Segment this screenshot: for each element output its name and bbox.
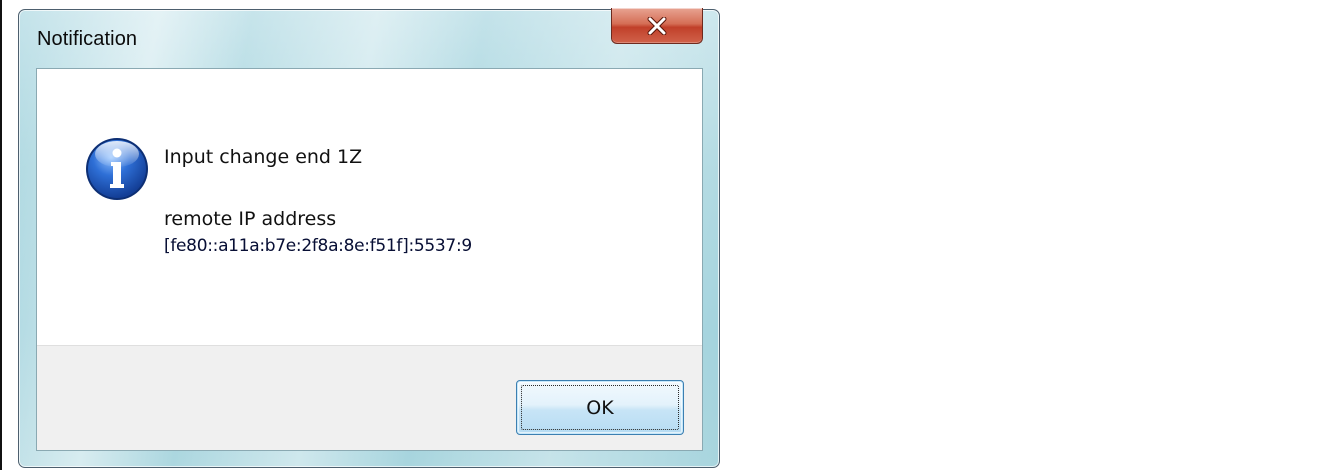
message-area: Input change end 1Z remote IP address [f… [37, 69, 702, 345]
button-bar: OK [37, 345, 702, 450]
screen-edge-line [0, 0, 2, 470]
information-icon [86, 138, 148, 200]
title-bar[interactable]: Notification [19, 8, 719, 68]
remote-ip-value: [fe80::a11a:b7e:2f8a:8e:f51f]:5537:9 [164, 236, 472, 256]
window-title: Notification [37, 28, 138, 50]
ok-button-label: OK [586, 396, 614, 419]
message-line-1: Input change end 1Z [164, 146, 363, 168]
ok-button[interactable]: OK [516, 380, 684, 435]
screen: Notification Input change end 1Z remote … [0, 0, 1325, 470]
message-text: Input change end 1Z remote IP address [f… [164, 146, 472, 259]
message-line-2: remote IP address [164, 208, 337, 230]
notification-dialog: Notification Input change end 1Z remote … [18, 8, 720, 468]
close-x-icon [647, 16, 667, 35]
close-button[interactable] [611, 8, 703, 44]
dialog-body: Input change end 1Z remote IP address [f… [36, 68, 703, 451]
